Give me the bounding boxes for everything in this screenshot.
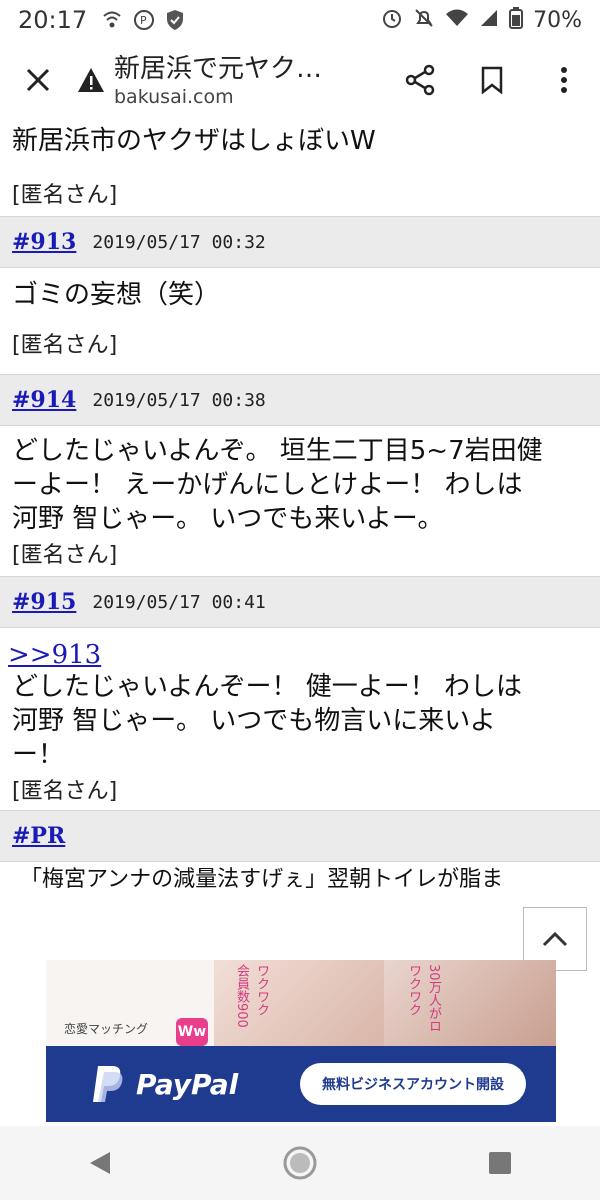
wifi-icon: [445, 8, 469, 33]
share-icon: [405, 64, 435, 96]
shield-icon: [165, 9, 185, 31]
post-author: [匿名さん]: [12, 333, 118, 358]
page-url: bakusai.com: [114, 86, 234, 108]
back-button[interactable]: [60, 1133, 140, 1193]
ad-vertical-text: ワクワク: [254, 964, 269, 1016]
android-nav-bar: [0, 1126, 600, 1200]
svg-text:P: P: [140, 14, 147, 27]
ad-label: 恋愛マッチング: [64, 1022, 149, 1036]
pr-label: #PR: [12, 823, 66, 849]
chevron-up-icon: [542, 931, 568, 947]
signal-icon: [479, 8, 499, 33]
data-saver-icon: P: [133, 9, 155, 31]
back-triangle-icon: [90, 1152, 110, 1174]
recents-button[interactable]: [460, 1133, 540, 1193]
post-number-link[interactable]: #914: [12, 387, 76, 413]
mute-icon: [413, 7, 435, 34]
post-body-line: ーよー！ えーかげんにしとけよー！ わしは: [12, 470, 523, 500]
post-body-line: ー！: [12, 740, 65, 770]
paypal-ad[interactable]: PayPal 無料ビジネスアカウント開設: [46, 1046, 556, 1122]
ad-vertical-text: 30万人がロ: [426, 964, 441, 1033]
post: ゴミの妄想（笑） [匿名さん]: [0, 278, 600, 362]
post-header: #915 2019/05/17 00:41: [0, 576, 600, 628]
ad-banner[interactable]: 恋愛マッチング Ww 会員数900 ワクワク ワクワク 30万人がロ PayPa…: [46, 960, 556, 1122]
alarm-icon: [381, 7, 403, 34]
post-body: 新居浜市のヤクザはしょぼいW: [12, 126, 376, 156]
post: どしたじゃいよんぞ。 垣生二丁目5~7岩田健 ーよー！ えーかげんにしとけよー！…: [0, 434, 600, 572]
status-bar: 20:17 P 70%: [0, 0, 600, 40]
browser-toolbar: 新居浜で元ヤク… bakusai.com: [0, 40, 600, 120]
pr-header: #PR: [0, 810, 600, 862]
post-author: [匿名さん]: [12, 543, 118, 568]
home-circle-icon: [283, 1146, 317, 1180]
post-author: [匿名さん]: [12, 183, 118, 208]
bookmark-button[interactable]: [456, 40, 528, 120]
wifi-calling-icon: [101, 10, 123, 30]
post-number-link[interactable]: #915: [12, 589, 76, 615]
post-author: [匿名さん]: [12, 779, 118, 804]
battery-percent: 70%: [533, 7, 582, 33]
more-menu-button[interactable]: [528, 40, 600, 120]
post-header: #913 2019/05/17 00:32: [0, 216, 600, 268]
home-button[interactable]: [260, 1133, 340, 1193]
reply-anchor-link[interactable]: >>913: [8, 640, 101, 670]
post-body-line: 河野 智じゃー。 いつでも物言いに来いよ: [12, 706, 496, 736]
post-body-line: どしたじゃいよんぞー！ 健一よー！ わしは: [12, 672, 523, 702]
address-area[interactable]: 新居浜で元ヤク… bakusai.com: [76, 52, 384, 108]
recents-square-icon: [489, 1152, 511, 1174]
more-vert-icon: [561, 67, 567, 93]
post-date: 2019/05/17 00:38: [92, 389, 266, 411]
paypal-wordmark: PayPal: [136, 1067, 239, 1101]
battery-icon: [509, 6, 524, 34]
post-body-line: どしたじゃいよんぞ。 垣生二丁目5~7岩田健: [12, 436, 543, 466]
paypal-logo-icon: [93, 1066, 123, 1102]
ad-app-logo: Ww: [176, 1018, 208, 1046]
post-header: #914 2019/05/17 00:38: [0, 374, 600, 426]
post-number-link[interactable]: #913: [12, 229, 76, 255]
warning-icon: [78, 68, 104, 92]
close-button[interactable]: [0, 40, 76, 120]
post-date: 2019/05/17 00:41: [92, 591, 266, 613]
post: 新居浜市のヤクザはしょぼいW [匿名さん]: [0, 124, 600, 212]
post: >>913 どしたじゃいよんぞー！ 健一よー！ わしは 河野 智じゃー。 いつで…: [0, 640, 600, 808]
ad-vertical-text: 会員数900: [234, 964, 249, 1028]
close-icon: [26, 68, 50, 92]
pr-article-link[interactable]: 「梅宮アンナの減量法すげぇ」翌朝トイレが脂ま: [0, 865, 600, 895]
post-body-line: 河野 智じゃー。 いつでも来いよー。: [12, 504, 444, 534]
share-button[interactable]: [384, 40, 456, 120]
paypal-signup-button[interactable]: 無料ビジネスアカウント開設: [300, 1063, 526, 1105]
post-date: 2019/05/17 00:32: [92, 231, 266, 253]
bookmark-icon: [481, 66, 503, 94]
post-body: ゴミの妄想（笑）: [12, 280, 221, 310]
ad-vertical-text: ワクワク: [406, 964, 421, 1016]
page-title: 新居浜で元ヤク…: [114, 54, 323, 84]
status-time: 20:17: [18, 6, 88, 34]
